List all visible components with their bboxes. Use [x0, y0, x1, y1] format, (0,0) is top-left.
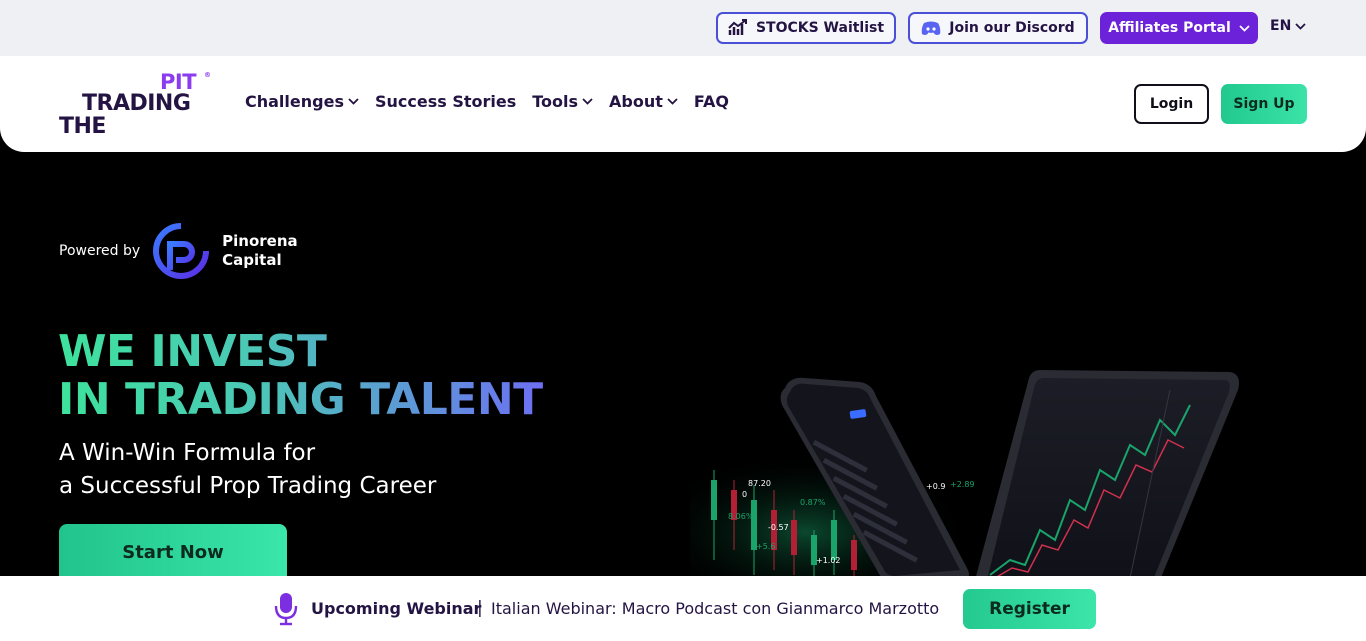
partner-name: Pinorena Capital — [222, 232, 298, 270]
chevron-down-icon — [667, 98, 678, 105]
nav-item-success-stories[interactable]: Success Stories — [375, 92, 516, 111]
logo-registered-mark: ® — [204, 71, 211, 79]
pinorena-capital-logo-icon — [152, 222, 210, 280]
main-navigation: PIT ® TRADING THE Challenges Success Sto… — [0, 56, 1366, 152]
chart-label: +1.02 — [816, 556, 841, 565]
language-label: EN — [1270, 18, 1292, 34]
chart-label: +2.89 — [950, 480, 975, 489]
join-discord-label: Join our Discord — [949, 20, 1075, 36]
chevron-down-icon — [1295, 22, 1306, 30]
chart-label: +5.6 — [756, 542, 775, 551]
chevron-down-icon — [1239, 24, 1250, 32]
the-trading-pit-logo[interactable]: PIT ® TRADING THE — [59, 70, 219, 140]
powered-by-label: Powered by — [59, 243, 141, 259]
headline-line1: WE INVEST — [58, 326, 327, 377]
chart-label: 8.06% — [728, 512, 754, 521]
language-selector[interactable]: EN — [1270, 18, 1306, 34]
subheadline-line1: A Win-Win Formula for — [59, 440, 316, 466]
powered-by-block: Powered by Pinorena Capital — [59, 222, 298, 280]
logo-trading-text: TRADING — [82, 91, 191, 116]
nav-item-faq[interactable]: FAQ — [694, 92, 729, 111]
chart-trend-icon — [728, 19, 748, 37]
nav-item-label: Tools — [532, 92, 579, 111]
chart-label: 0 — [742, 490, 747, 499]
webinar-separator: | — [477, 598, 483, 618]
register-button[interactable]: Register — [963, 589, 1096, 629]
webinar-title: Upcoming Webinar — [311, 599, 482, 618]
nav-menu: Challenges Success Stories Tools About F… — [245, 92, 729, 111]
chevron-down-icon — [582, 98, 593, 105]
hero-subheadline: A Win-Win Formula for a Successful Prop … — [59, 437, 436, 503]
nav-item-about[interactable]: About — [609, 92, 678, 111]
nav-item-tools[interactable]: Tools — [532, 92, 593, 111]
logo-the-text: THE — [59, 114, 106, 139]
chart-label: 87.20 — [748, 479, 771, 488]
chart-label: -0.57 — [768, 523, 789, 532]
hero-headline: WE INVEST IN TRADING TALENT — [58, 328, 543, 424]
stocks-waitlist-label: STOCKS Waitlist — [755, 20, 885, 36]
chart-label: +0.9 — [926, 482, 945, 491]
chevron-down-icon — [348, 98, 359, 105]
discord-icon — [921, 21, 941, 36]
partner-name-line1: Pinorena — [222, 232, 298, 250]
headline-line2: IN TRADING TALENT — [58, 374, 543, 425]
nav-item-label: FAQ — [693, 92, 729, 111]
signup-button[interactable]: Sign Up — [1221, 84, 1307, 124]
nav-item-label: Challenges — [245, 92, 344, 111]
join-discord-button[interactable]: Join our Discord — [908, 12, 1088, 44]
webinar-description: Italian Webinar: Macro Podcast con Gianm… — [491, 599, 940, 618]
webinar-banner: Upcoming Webinar | Italian Webinar: Macr… — [0, 576, 1366, 641]
nav-item-label: About — [609, 92, 663, 111]
affiliates-portal-label: Affiliates Portal — [1108, 20, 1231, 36]
partner-name-line2: Capital — [222, 251, 282, 269]
login-button[interactable]: Login — [1134, 84, 1209, 124]
nav-item-label: Success Stories — [374, 92, 517, 111]
trading-devices-illustration: 87.20 0 8.06% 0.87% -0.57 +5.6 +1.02 +0.… — [690, 370, 1239, 580]
chart-label: 0.87% — [800, 498, 826, 507]
microphone-icon — [274, 592, 298, 626]
stocks-waitlist-button[interactable]: STOCKS Waitlist — [716, 12, 896, 44]
nav-item-challenges[interactable]: Challenges — [245, 92, 359, 111]
tablet-device — [975, 370, 1239, 580]
affiliates-portal-dropdown[interactable]: Affiliates Portal — [1100, 12, 1258, 44]
subheadline-line2: a Successful Prop Trading Career — [59, 473, 437, 499]
